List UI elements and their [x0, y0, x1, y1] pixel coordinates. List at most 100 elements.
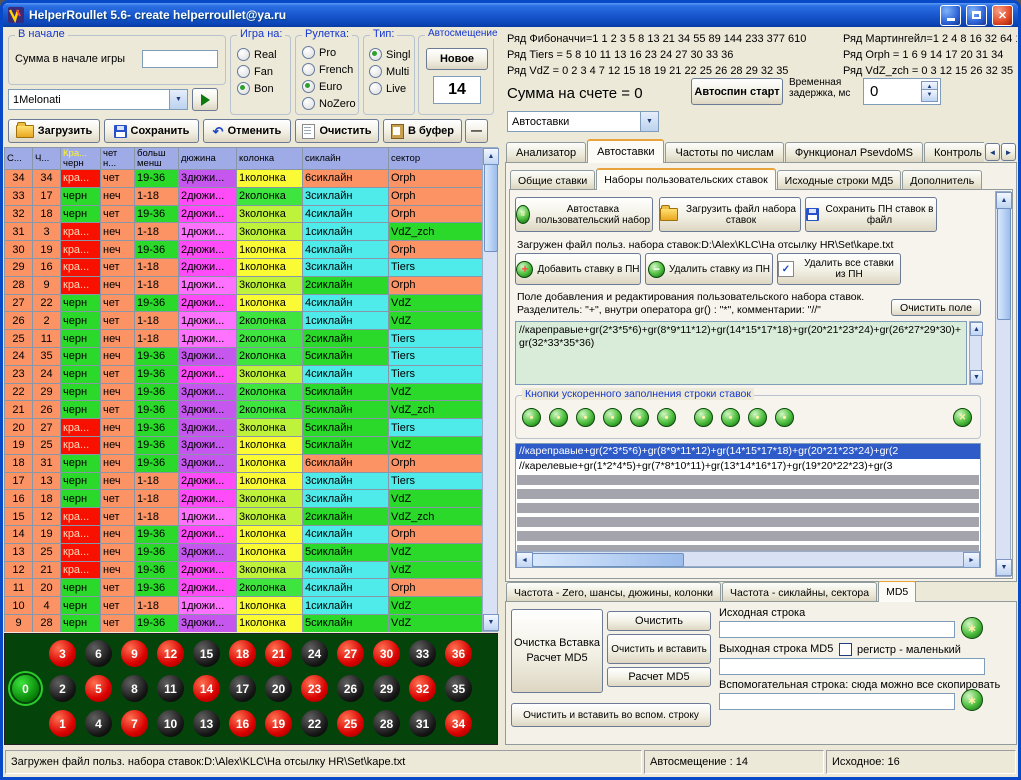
table-row[interactable]: 3317черннеч1-182дюжи...2колонка3сиклайнO… [5, 187, 483, 205]
delete-all-bets-button[interactable]: ✓ Удалить все ставки из ПН [777, 253, 901, 285]
scroll-down-icon[interactable]: ▼ [970, 370, 983, 384]
undo-button[interactable]: ↶ Отменить [203, 119, 291, 143]
roulette-number-14[interactable]: 14 [193, 675, 220, 702]
radio-bon[interactable]: Bon [237, 80, 288, 97]
roulette-number-11[interactable]: 11 [157, 675, 184, 702]
table-row[interactable]: 289кра...неч1-181дюжи...3колонка2сиклайн… [5, 276, 483, 294]
md5-clear-paste-aux-button[interactable]: Очистить и вставить во вспом. строку [511, 703, 711, 727]
roulette-number-28[interactable]: 28 [373, 710, 400, 737]
scroll-up-icon[interactable]: ▲ [970, 322, 983, 336]
table-row[interactable]: 1831черннеч19-363дюжи...1колонка6сиклайн… [5, 454, 483, 472]
maximize-button[interactable] [966, 5, 987, 26]
roulette-number-15[interactable]: 15 [193, 640, 220, 667]
md5-output-input[interactable] [719, 658, 985, 675]
autostake-user-set-button[interactable]: II Автоставка пользовательский набор [515, 197, 653, 232]
tab-Исходные строки МД5[interactable]: Исходные строки МД5 [777, 170, 902, 190]
quick-fill-button-8[interactable]: • [721, 408, 740, 427]
roulette-number-25[interactable]: 25 [337, 710, 364, 737]
roulette-number-23[interactable]: 23 [301, 675, 328, 702]
table-row[interactable]: 1120чернчет19-362дюжи...2колонка4сиклайн… [5, 579, 483, 597]
roulette-number-20[interactable]: 20 [265, 675, 292, 702]
table-row[interactable]: 1325кра...неч19-363дюжи...1колонка5сикла… [5, 543, 483, 561]
tab-Частота - сиклайны, сектора[interactable]: Частота - сиклайны, сектора [722, 582, 877, 602]
quick-fill-button-5[interactable]: • [630, 408, 649, 427]
load-button[interactable]: Загрузить [8, 119, 100, 143]
table-row[interactable]: 3218чернчет19-362дюжи...3колонка4сиклайн… [5, 205, 483, 223]
scroll-up-icon[interactable]: ▲ [483, 148, 499, 165]
list-horizontal-scrollbar[interactable]: ◄ ► [516, 551, 980, 567]
roulette-number-29[interactable]: 29 [373, 675, 400, 702]
roulette-number-7[interactable]: 7 [121, 710, 148, 737]
clear-field-button[interactable]: Очистить поле [891, 299, 981, 316]
editor-scrollbar[interactable]: ▲ ▼ [969, 321, 982, 385]
collapse-button[interactable]: — [465, 119, 488, 143]
tab-Контроль банкрол[interactable]: Контроль банкрол [924, 142, 984, 163]
roulette-number-24[interactable]: 24 [301, 640, 328, 667]
roulette-number-4[interactable]: 4 [85, 710, 112, 737]
content-scrollbar[interactable]: ▲ ▼ [995, 191, 1011, 577]
quick-fill-button-6[interactable]: • [657, 408, 676, 427]
roulette-number-3[interactable]: 3 [49, 640, 76, 667]
roulette-number-1[interactable]: 1 [49, 710, 76, 737]
table-row[interactable]: 1512кра...чет1-181дюжи...3колонка2сиклай… [5, 508, 483, 526]
quick-fill-extra-button[interactable]: ✕ [953, 408, 972, 427]
radio-multi[interactable]: Multi [369, 63, 413, 80]
roulette-number-34[interactable]: 34 [445, 710, 472, 737]
md5-source-input[interactable] [719, 621, 955, 638]
tab-MD5[interactable]: MD5 [878, 581, 916, 602]
table-scrollbar[interactable]: ▲ ▼ [482, 147, 498, 632]
roulette-number-2[interactable]: 2 [49, 675, 76, 702]
quick-fill-button-3[interactable]: • [576, 408, 595, 427]
table-row[interactable]: 3019кра...неч19-362дюжи...1колонка4сикла… [5, 241, 483, 259]
table-row[interactable]: 2324чернчет19-362дюжи...3колонка4сиклайн… [5, 365, 483, 383]
table-row[interactable]: 2126чернчет19-363дюжи...2колонка5сиклайн… [5, 401, 483, 419]
add-bet-button[interactable]: + Добавить ставку в ПН [515, 253, 641, 285]
tab-scroll-left-button[interactable]: ◄ [985, 143, 1000, 161]
clear-button[interactable]: Очистить [295, 119, 379, 143]
radio-pro[interactable]: Pro [302, 44, 356, 61]
table-row[interactable]: 2511черннеч1-181дюжи...2колонка2сиклайнT… [5, 330, 483, 348]
tab-Анализатор[interactable]: Анализатор [506, 142, 586, 163]
table-row[interactable]: 928чернчет19-363дюжи...1колонка5сиклайнV… [5, 614, 483, 632]
radio-nozero[interactable]: NoZero [302, 95, 356, 112]
autobets-combobox[interactable]: Автоставки ▼ [507, 111, 659, 132]
table-row[interactable]: 104чернчет1-181дюжи...1колонка1сиклайнVd… [5, 597, 483, 615]
delay-spinner[interactable]: 0 ▲ ▼ [863, 78, 941, 105]
roulette-number-17[interactable]: 17 [229, 675, 256, 702]
roulette-number-22[interactable]: 22 [301, 710, 328, 737]
quick-fill-button-2[interactable]: • [549, 408, 568, 427]
roulette-number-5[interactable]: 5 [85, 675, 112, 702]
table-row[interactable]: 1713черннеч1-182дюжи...1колонка3сиклайнT… [5, 472, 483, 490]
table-row[interactable]: 2229черннеч19-363дюжи...2колонка5сиклайн… [5, 383, 483, 401]
roulette-number-36[interactable]: 36 [445, 640, 472, 667]
quick-fill-button-7[interactable]: • [694, 408, 713, 427]
scroll-down-icon[interactable]: ▼ [483, 614, 499, 631]
md5-calc-button[interactable]: Расчет MD5 [607, 667, 711, 687]
table-row[interactable]: 262чернчет1-181дюжи...2колонка1сиклайнVd… [5, 312, 483, 330]
roulette-number-21[interactable]: 21 [265, 640, 292, 667]
preset-combobox[interactable]: 1Melonati ▼ [8, 89, 188, 110]
save-set-file-button[interactable]: Сохранить ПН ставок в файл [805, 197, 937, 232]
quick-fill-button-10[interactable]: • [775, 408, 794, 427]
roulette-number-6[interactable]: 6 [85, 640, 112, 667]
chevron-down-icon[interactable]: ▼ [169, 90, 187, 109]
tab-Автоставки[interactable]: Автоставки [587, 139, 664, 163]
load-set-file-button[interactable]: Загрузить файл набора ставок [659, 197, 801, 232]
roulette-number-0[interactable]: 0 [12, 675, 39, 702]
scrollbar-thumb[interactable] [997, 208, 1011, 320]
roulette-number-16[interactable]: 16 [229, 710, 256, 737]
roulette-number-13[interactable]: 13 [193, 710, 220, 737]
tab-Дополнитель[interactable]: Дополнитель [902, 170, 982, 190]
tab-Функционал PsevdoMS[interactable]: Функционал PsevdoMS [785, 142, 923, 163]
list-item[interactable]: //карелевые+gr(1*2*4*5)+gr(7*8*10*11)+gr… [516, 459, 980, 474]
quick-fill-button-1[interactable]: • [522, 408, 541, 427]
roulette-number-31[interactable]: 31 [409, 710, 436, 737]
scroll-right-icon[interactable]: ► [963, 552, 980, 568]
radio-fan[interactable]: Fan [237, 63, 288, 80]
delete-bet-button[interactable]: − Удалить ставку из ПН [645, 253, 773, 285]
md5-source-action-button[interactable]: ∗ [961, 617, 983, 639]
roulette-number-33[interactable]: 33 [409, 640, 436, 667]
tab-Общие ставки[interactable]: Общие ставки [510, 170, 595, 190]
roulette-number-26[interactable]: 26 [337, 675, 364, 702]
scrollbar-thumb[interactable] [484, 164, 498, 252]
